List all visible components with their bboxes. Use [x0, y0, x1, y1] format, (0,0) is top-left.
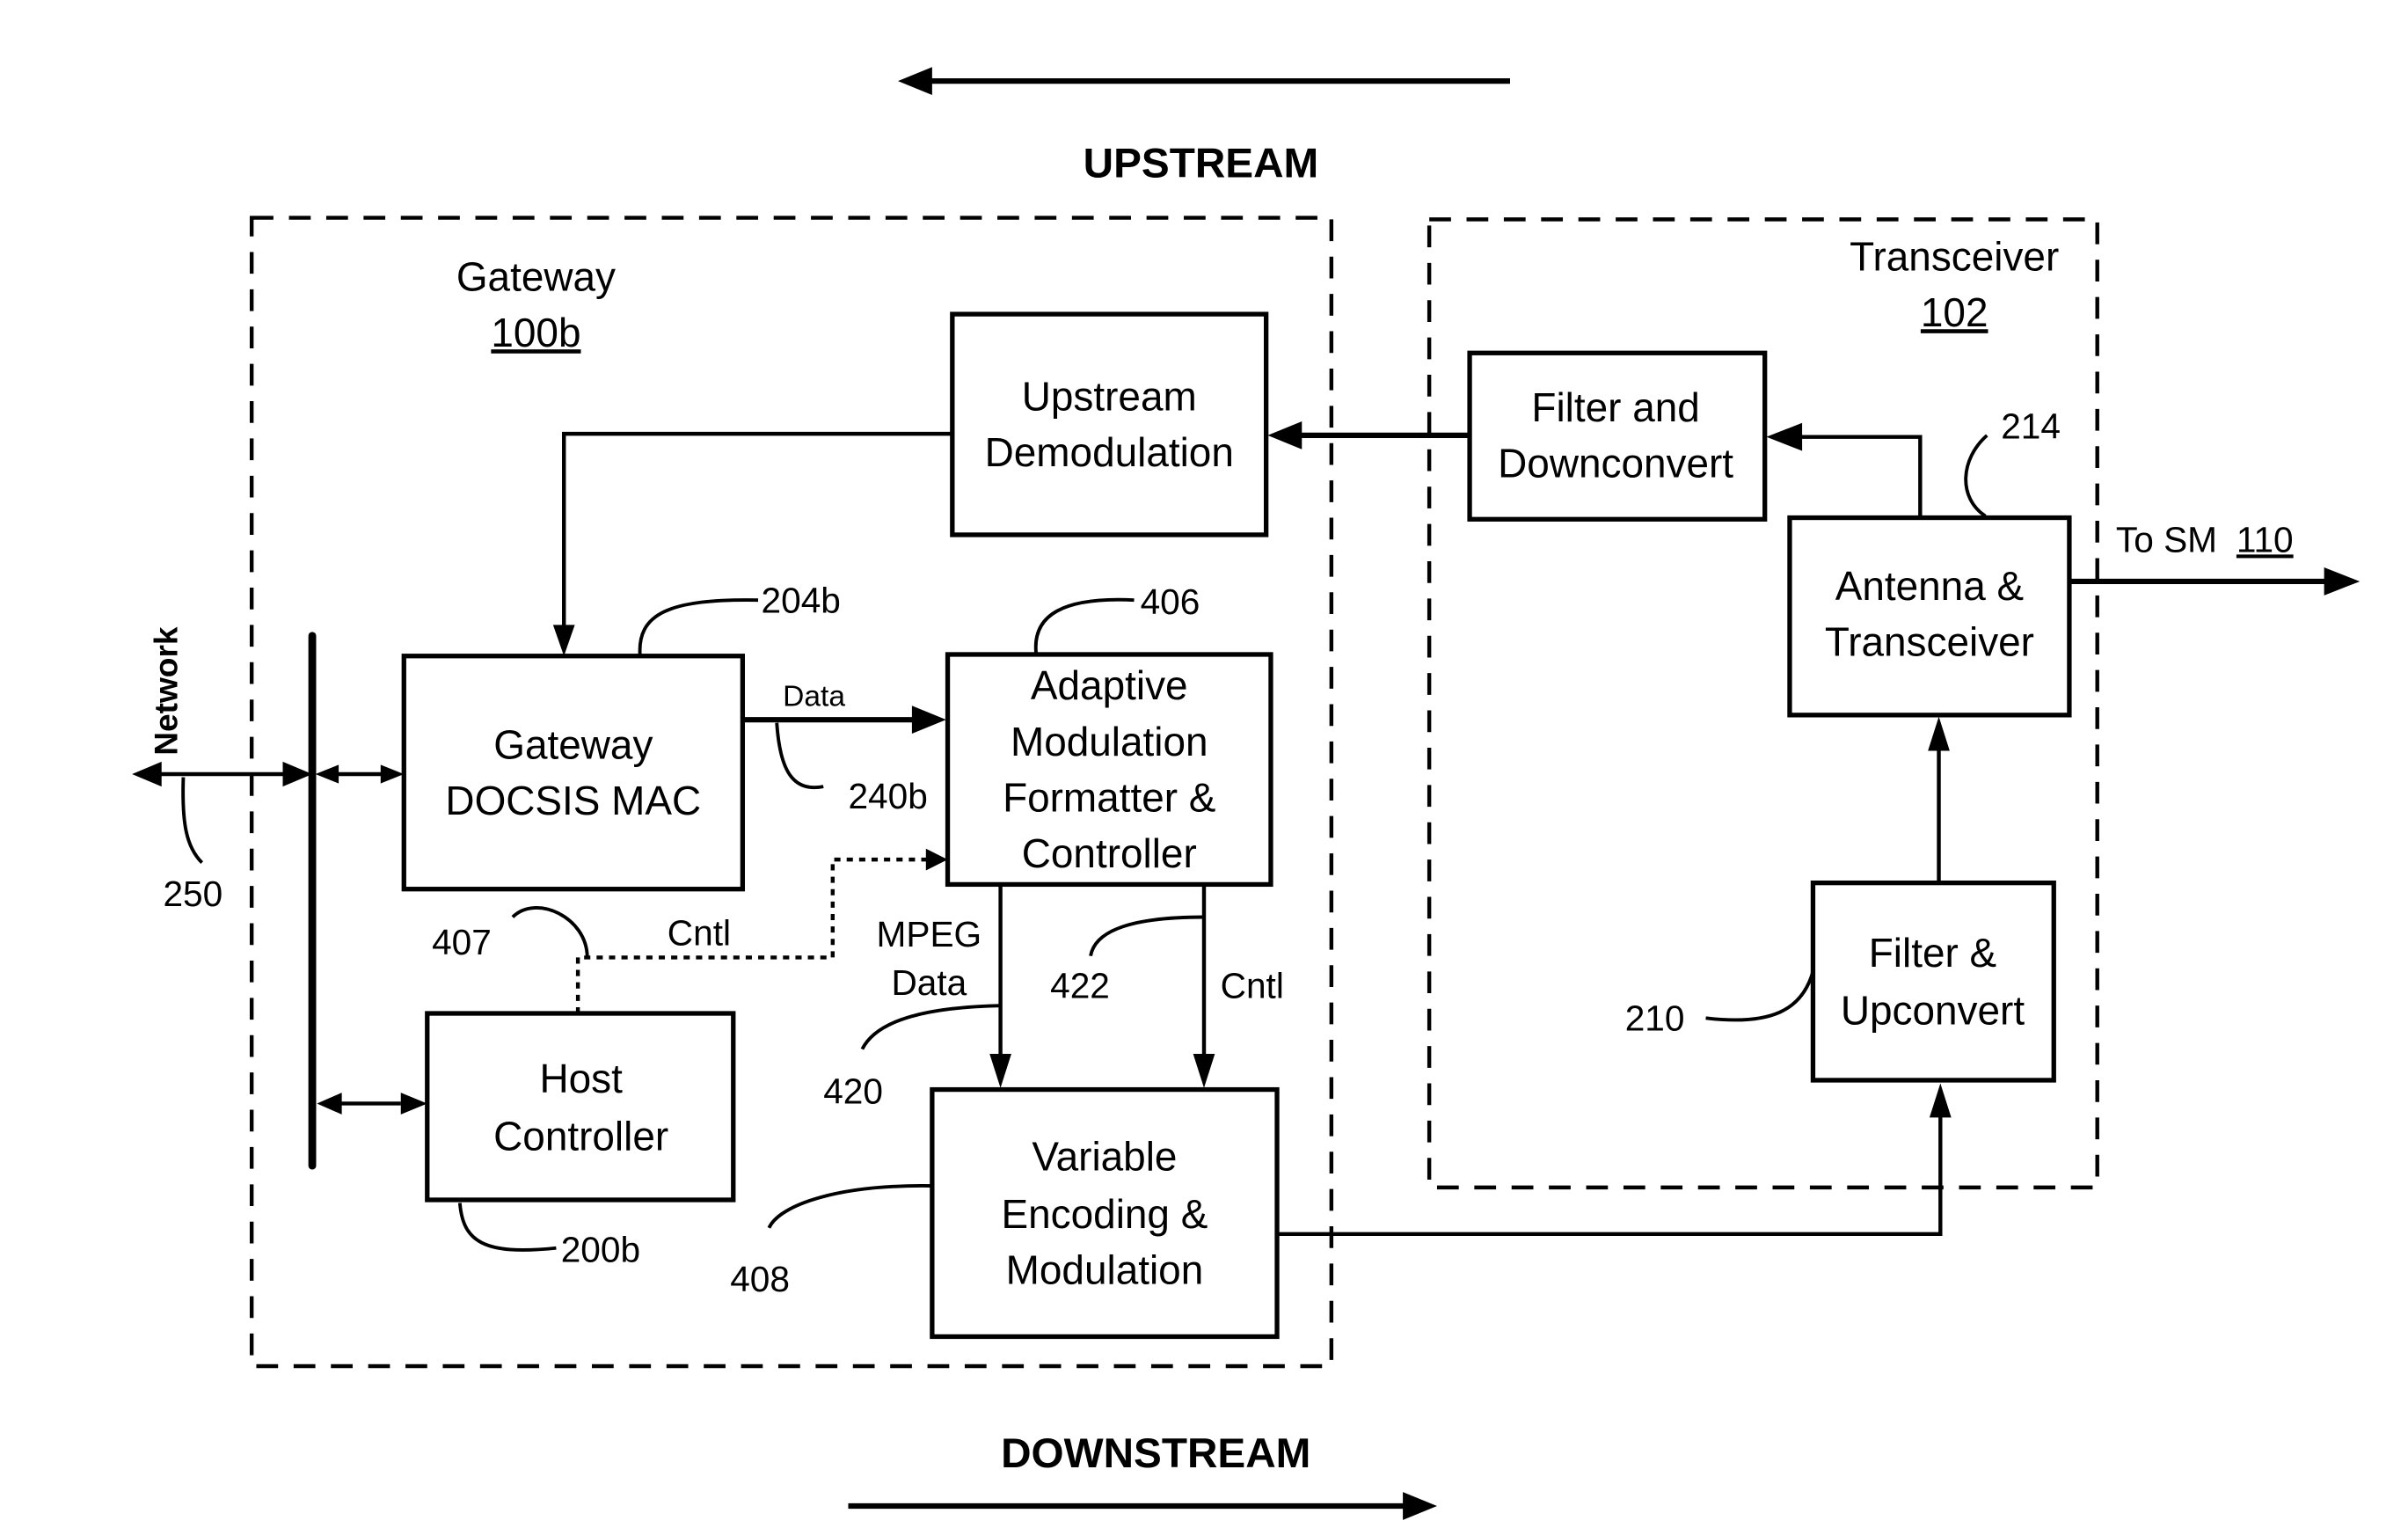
adaptive-mod-line4: Controller [1022, 830, 1197, 876]
cntl-dotted-label: Cntl [668, 912, 731, 953]
adaptive-mod-line1: Adaptive [1031, 662, 1188, 708]
to-sm-ref: 110 [2237, 519, 2294, 559]
filter-up-line2: Upconvert [1841, 987, 2025, 1033]
ref-422: 422 [1050, 965, 1110, 1005]
ref-406: 406 [1141, 581, 1200, 622]
leader-407 [511, 906, 589, 958]
adaptive-mod-line3: Formatter & [1003, 774, 1215, 820]
arrow-mpeg-data [989, 884, 1011, 1088]
arrow-antenna-to-downconvert [1766, 422, 1923, 518]
docsis-mac-line2: DOCSIS MAC [445, 778, 701, 823]
ref-420: 420 [823, 1071, 883, 1111]
transceiver-group-title: Transceiver [1850, 234, 2059, 280]
cntl-down-label: Cntl [1221, 965, 1284, 1005]
leader-420 [860, 1004, 1001, 1050]
filter-downconvert-block[interactable]: Filter and Downconvert [1467, 350, 1768, 522]
arrow-to-sm [2069, 567, 2361, 596]
ref-214: 214 [2001, 406, 2061, 446]
arrow-downconvert-to-demod [1267, 420, 1470, 450]
leader-250 [181, 777, 204, 865]
upstream-demodulation-block[interactable]: Upstream Demodulation [950, 311, 1269, 537]
downstream-label: DOWNSTREAM [1001, 1430, 1310, 1477]
bus-to-host-arrow [317, 1093, 427, 1115]
filter-down-line2: Downconvert [1498, 441, 1733, 486]
data-signal-label: Data [783, 680, 845, 713]
leader-204b [638, 598, 759, 656]
ref-204b: 204b [762, 580, 841, 620]
ref-407: 407 [432, 922, 492, 962]
to-sm-label: To SM 110 [2116, 519, 2294, 559]
mpeg-label-line1: MPEG [877, 914, 982, 954]
upstream-label: UPSTREAM [1084, 141, 1319, 187]
arrow-encoder-to-upconvert [1277, 1083, 1952, 1237]
ref-408: 408 [730, 1259, 790, 1299]
ref-240b: 240b [848, 776, 927, 816]
upstream-arrow [898, 67, 1510, 96]
leader-214 [1964, 434, 1988, 518]
ref-210: 210 [1625, 998, 1685, 1038]
variable-enc-line1: Variable [1032, 1133, 1177, 1179]
gateway-docsis-mac-block[interactable]: Gateway DOCSIS MAC [401, 654, 746, 892]
filter-up-line1: Filter & [1869, 930, 1996, 976]
downstream-arrow [848, 1492, 1437, 1520]
arrow-upconvert-to-antenna [1928, 716, 1950, 883]
ref-200b: 200b [561, 1230, 640, 1270]
variable-encoding-block[interactable]: Variable Encoding & Modulation [930, 1086, 1280, 1340]
antenna-transceiver-block[interactable]: Antenna & Transceiver [1787, 515, 2072, 718]
leader-406 [1033, 597, 1135, 655]
arrow-demod-to-mac [552, 431, 952, 656]
antenna-line1: Antenna & [1835, 563, 2024, 609]
bus-to-mac-arrow [315, 764, 405, 784]
variable-enc-line3: Modulation [1006, 1247, 1204, 1292]
filter-upconvert-block[interactable]: Filter & Upconvert [1810, 880, 2056, 1083]
upstream-demod-line1: Upstream [1022, 374, 1197, 420]
ref-250: 250 [163, 874, 223, 914]
gateway-group-title: Gateway [456, 254, 616, 300]
adaptive-modulation-block[interactable]: Adaptive Modulation Formatter & Controll… [945, 652, 1273, 888]
gateway-group-ref: 100b [491, 310, 580, 355]
adaptive-mod-line2: Modulation [1011, 719, 1208, 764]
to-sm-prefix: To SM [2116, 519, 2217, 559]
transceiver-group-ref: 102 [1921, 289, 1988, 335]
leader-408 [767, 1184, 932, 1229]
host-controller-line2: Controller [493, 1113, 668, 1159]
docsis-mac-line1: Gateway [493, 721, 653, 767]
leader-240b [775, 722, 824, 790]
upstream-demod-line2: Demodulation [985, 429, 1234, 475]
variable-enc-line2: Encoding & [1002, 1191, 1208, 1237]
network-label: Network [147, 626, 184, 756]
host-controller-line1: Host [539, 1056, 623, 1101]
host-controller-block[interactable]: Host Controller [425, 1011, 736, 1203]
leader-200b [457, 1203, 557, 1252]
leader-210 [1705, 970, 1815, 1022]
block-diagram: UPSTREAM DOWNSTREAM Gateway 100b Transce… [132, 67, 2361, 1520]
leader-422 [1089, 915, 1205, 957]
antenna-line2: Transceiver [1825, 619, 2034, 665]
mpeg-label-line2: Data [891, 962, 967, 1003]
network-arrow [132, 761, 313, 787]
arrow-cntl-down [1193, 884, 1215, 1088]
filter-down-line1: Filter and [1531, 384, 1699, 430]
